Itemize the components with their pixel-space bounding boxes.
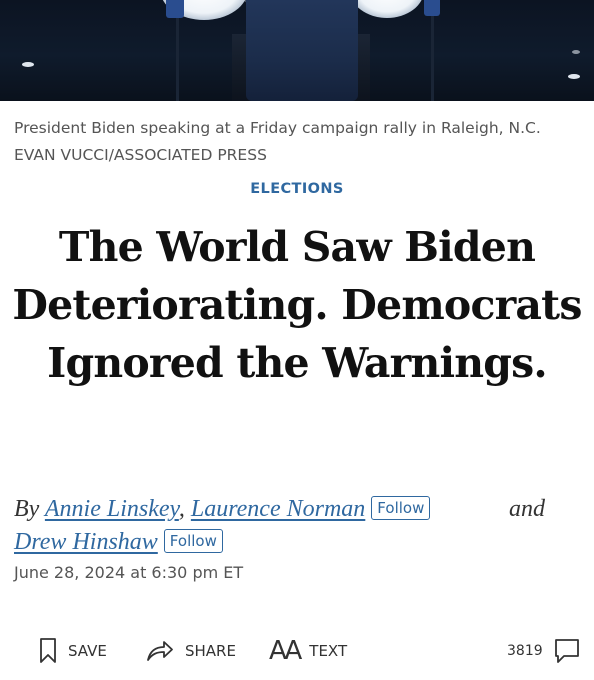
ceiling-light-1 — [22, 62, 34, 67]
save-label: SAVE — [68, 642, 107, 660]
follow-button-drew-hinshaw[interactable]: Follow — [163, 529, 223, 553]
byline-conjunction: and — [509, 496, 545, 522]
hero-photo — [0, 0, 594, 101]
byline-prefix: By — [14, 496, 40, 522]
text-size-button[interactable]: AA TEXT — [269, 632, 347, 670]
author-link-laurence-norman[interactable]: Laurence Norman — [191, 496, 365, 522]
share-arrow-icon — [147, 641, 173, 661]
publish-date: June 28, 2024 at 6:30 pm ET — [14, 563, 244, 582]
author-separator: , — [178, 496, 185, 522]
comment-count: 3819 — [507, 643, 543, 659]
byline-line-1: By Annie Linskey, Laurence Norman Follow … — [14, 493, 580, 526]
comment-bubble-icon — [554, 639, 579, 663]
article-headline: The World Saw Biden Deteriorating. Democ… — [12, 223, 582, 387]
share-button[interactable]: SHARE — [145, 632, 236, 670]
bookmark-icon — [40, 638, 56, 663]
light-arm-left — [166, 0, 184, 18]
share-label: SHARE — [185, 642, 236, 660]
photo-caption: President Biden speaking at a Friday cam… — [14, 119, 541, 164]
ceiling-light-2 — [568, 74, 580, 79]
text-size-icon: AA — [269, 636, 302, 666]
light-stand-left — [176, 16, 179, 101]
save-button[interactable]: SAVE — [38, 632, 107, 670]
follow-button-laurence-norman[interactable]: Follow — [371, 496, 431, 520]
speaker-silhouette — [246, 0, 358, 101]
article-toolbar: SAVE SHARE AA TEXT 3819 — [0, 632, 594, 672]
author-link-drew-hinshaw[interactable]: Drew Hinshaw — [14, 529, 158, 555]
light-stand-right — [431, 12, 434, 101]
text-label: TEXT — [309, 642, 348, 660]
byline-line-2: Drew Hinshaw Follow — [14, 526, 580, 559]
comments-button[interactable]: 3819 — [507, 632, 581, 670]
author-link-annie-linskey[interactable]: Annie Linskey — [45, 496, 179, 522]
byline: By Annie Linskey, Laurence Norman Follow … — [14, 493, 580, 559]
ceiling-light-3 — [572, 50, 580, 54]
stage-light-right — [350, 0, 424, 18]
section-label[interactable]: ELECTIONS — [0, 181, 594, 197]
light-arm-right — [424, 0, 440, 16]
